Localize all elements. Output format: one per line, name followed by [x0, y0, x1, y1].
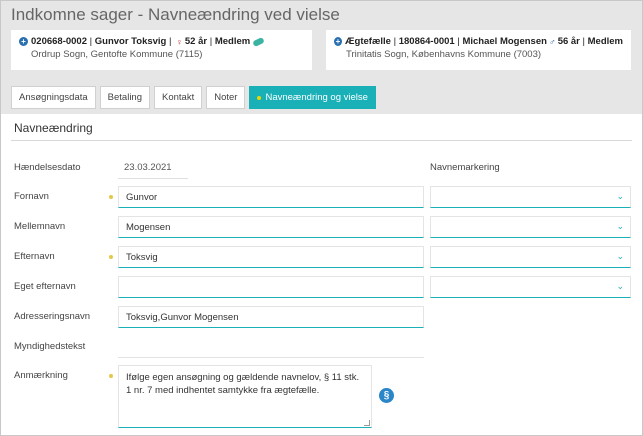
expand-plus-icon[interactable]: + — [334, 37, 343, 46]
expand-plus-icon[interactable]: + — [19, 37, 28, 46]
person-card-spouse[interactable]: + Ægtefælle | 180864-0001 | Michael Moge… — [326, 30, 631, 70]
tab-navneaendring-og-vielse[interactable]: Navneændring og vielse — [249, 86, 376, 109]
person-id: 020668-0002 — [31, 36, 87, 47]
spouse-address: Trinitatis Sogn, Københavns Kommune (700… — [346, 49, 542, 60]
required-dot-icon — [257, 95, 262, 100]
haendelsesdato-underline — [118, 178, 188, 179]
resize-handle-icon[interactable] — [364, 420, 370, 426]
pill-icon — [252, 36, 265, 47]
spouse-id: 180864-0001 — [398, 36, 455, 47]
header-band: Indkomne sager - Navneændring ved vielse… — [1, 1, 642, 114]
navnemarkering-label: Navnemarkering — [430, 162, 500, 173]
male-icon: ♂ — [548, 36, 556, 47]
person-name: Gunvor Toksvig — [94, 36, 167, 47]
tab-kontakt[interactable]: Kontakt — [154, 86, 203, 109]
haendelsesdato-label: Hændelsesdato — [14, 162, 81, 173]
page-title: Indkomne sager - Navneændring ved vielse — [11, 5, 340, 24]
efternavn-label: Efternavn — [14, 251, 55, 262]
spouse-age: 56 år — [557, 36, 580, 47]
eget-efternavn-input[interactable] — [118, 276, 424, 298]
fornavn-input[interactable]: Gunvor — [118, 186, 424, 208]
efternavn-input[interactable]: Toksvig — [118, 246, 424, 268]
mellemnavn-label: Mellemnavn — [14, 221, 66, 232]
navnemarkering-eget-efternavn-select[interactable]: ⌄ — [430, 276, 631, 298]
row-haendelsesdato: Hændelsesdato 23.03.2021 Navnemarkering — [1, 157, 642, 179]
required-dot-icon — [109, 374, 113, 378]
paragraph-icon[interactable]: § — [379, 388, 394, 403]
myndighedstekst-underline — [118, 357, 424, 358]
haendelsesdato-value: 23.03.2021 — [124, 162, 172, 173]
row-myndighedstekst: Myndighedstekst — [1, 336, 642, 358]
female-icon: ♀ — [176, 36, 183, 47]
tab-bar: Ansøgningsdata Betaling Kontakt Noter Na… — [11, 86, 376, 109]
person-age: 52 år — [184, 36, 208, 47]
chevron-down-icon: ⌄ — [616, 281, 624, 291]
app-frame: Indkomne sager - Navneændring ved vielse… — [0, 0, 643, 436]
chevron-down-icon: ⌄ — [616, 191, 624, 201]
myndighedstekst-label: Myndighedstekst — [14, 341, 86, 352]
spouse-name: Michael Mogensen — [462, 36, 547, 47]
anmaerkning-text: Ifølge egen ansøgning og gældende navnel… — [126, 372, 360, 396]
spouse-status: Medlem — [587, 36, 623, 47]
adresseringsnavn-label: Adresseringsnavn — [14, 311, 91, 322]
row-eget-efternavn: Eget efternavn ⌄ — [1, 276, 642, 298]
fornavn-label: Fornavn — [14, 191, 49, 202]
tab-label: Navneændring og vielse — [265, 92, 368, 103]
tab-ansoegningsdata[interactable]: Ansøgningsdata — [11, 86, 96, 109]
tab-betaling[interactable]: Betaling — [99, 86, 151, 109]
tab-noter[interactable]: Noter — [206, 86, 246, 109]
person-card-primary[interactable]: + 020668-0002 | Gunvor Toksvig | ♀ 52 år… — [11, 30, 312, 70]
spouse-role: Ægtefælle — [345, 36, 391, 47]
navnemarkering-fornavn-select[interactable]: ⌄ — [430, 186, 631, 208]
row-adresseringsnavn: Adresseringsnavn Toksvig,Gunvor Mogensen — [1, 306, 642, 328]
adresseringsnavn-input[interactable]: Toksvig,Gunvor Mogensen — [118, 306, 424, 328]
chevron-down-icon: ⌄ — [616, 251, 624, 261]
row-mellemnavn: Mellemnavn Mogensen ⌄ — [1, 216, 642, 238]
navnemarkering-mellemnavn-select[interactable]: ⌄ — [430, 216, 631, 238]
section-divider — [11, 140, 632, 141]
required-dot-icon — [109, 195, 113, 199]
required-dot-icon — [109, 255, 113, 259]
mellemnavn-input[interactable]: Mogensen — [118, 216, 424, 238]
section-title: Navneændring — [14, 121, 93, 135]
person-status: Medlem — [214, 36, 251, 47]
row-efternavn: Efternavn Toksvig ⌄ — [1, 246, 642, 268]
navnemarkering-efternavn-select[interactable]: ⌄ — [430, 246, 631, 268]
anmaerkning-textarea[interactable]: Ifølge egen ansøgning og gældende navnel… — [118, 365, 372, 428]
anmaerkning-label: Anmærkning — [14, 370, 68, 381]
eget-efternavn-label: Eget efternavn — [14, 281, 76, 292]
person-address: Ordrup Sogn, Gentofte Kommune (7115) — [31, 49, 203, 60]
row-fornavn: Fornavn Gunvor ⌄ — [1, 186, 642, 208]
chevron-down-icon: ⌄ — [616, 221, 624, 231]
